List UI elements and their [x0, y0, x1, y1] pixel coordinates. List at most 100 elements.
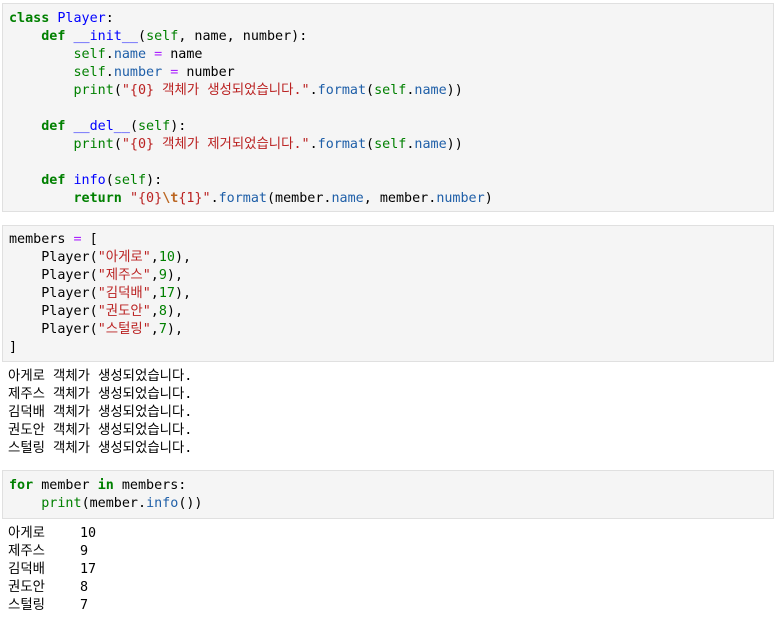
code-token: :: [105, 11, 114, 26]
code-token: (: [366, 83, 375, 98]
code-token: name: [331, 191, 364, 206]
code-token: number: [113, 65, 163, 80]
code-token: 8: [158, 304, 167, 319]
code-token: ):: [146, 173, 163, 188]
code-token: )): [446, 83, 463, 98]
code-token: .: [210, 191, 219, 206]
output-line: 권도안 8: [8, 579, 208, 597]
code-token: Player(: [9, 286, 98, 301]
code-token: for: [9, 478, 34, 493]
code-token: (member.: [267, 191, 332, 206]
code-token: format: [317, 137, 367, 152]
output-line: 권도안 객체가 생성되었습니다.: [8, 423, 193, 438]
output-area-members: 아게로 객체가 생성되었습니다. 제주스 객체가 생성되었습니다. 김덕배 객체가 …: [2, 363, 774, 463]
output-line: 스털링 객체가 생성되었습니다.: [8, 441, 193, 456]
code-token: format: [317, 83, 367, 98]
code-token: 9: [158, 268, 167, 283]
code-token: (: [113, 83, 122, 98]
code-token: ),: [174, 250, 192, 265]
code-token: ),: [166, 304, 184, 319]
code-token: format: [218, 191, 267, 206]
code-cell-class-definition[interactable]: class Player: def __init__(self, name, n…: [2, 3, 774, 212]
code-token: ,: [150, 286, 159, 301]
code-line: print("{0} 객체가 제거되었습니다.".format(self.nam…: [9, 136, 463, 154]
code-token: {1}": [178, 191, 211, 206]
code-token: ()): [178, 496, 203, 511]
code-token: ): [484, 191, 493, 206]
code-token: ),: [174, 286, 192, 301]
code-token: ),: [166, 322, 184, 337]
output-line: 김덕배 17: [8, 561, 208, 579]
code-line: return "{0}\t{1}".format(member.name, me…: [9, 190, 493, 208]
code-token: member: [33, 478, 98, 493]
player-name: 스털링: [8, 598, 45, 613]
code-token: def: [41, 29, 66, 44]
code-token: ,: [150, 250, 159, 265]
player-number: 17: [80, 562, 97, 577]
code-token: Player(: [9, 322, 98, 337]
code-token: (: [366, 137, 375, 152]
code-token: (: [113, 137, 122, 152]
code-line: class Player:: [9, 10, 114, 28]
code-token: print: [73, 83, 114, 98]
code-token: ,: [150, 304, 159, 319]
code-line: Player("스털링",7),: [9, 321, 183, 339]
code-token: info: [146, 496, 179, 511]
code-token: \t: [162, 191, 179, 206]
code-token: members:: [113, 478, 187, 493]
code-token: class: [9, 11, 50, 26]
code-token: (: [129, 119, 138, 134]
code-line: def info(self):: [9, 172, 162, 190]
code-token: number: [178, 65, 235, 80]
code-token: "{0} 객체가 생성되었습니다.": [121, 83, 310, 98]
code-cell-members-list[interactable]: members = [ Player("아게로",10), Player("제주…: [2, 225, 774, 362]
code-token: Player(: [9, 304, 98, 319]
code-token: def: [41, 119, 66, 134]
code-token: )): [446, 137, 463, 152]
code-token: .: [309, 83, 318, 98]
player-name: 김덕배: [8, 562, 45, 577]
code-token: ": [129, 191, 138, 206]
code-token: 17: [158, 286, 175, 301]
code-token: (: [105, 173, 114, 188]
code-cell-print-loop[interactable]: for member in members: print(member.info…: [2, 470, 774, 519]
code-token: name: [162, 47, 203, 62]
code-line: def __init__(self, name, number):: [9, 28, 307, 46]
code-token: self: [374, 83, 407, 98]
player-number: 7: [80, 598, 89, 613]
code-line: print(member.info()): [9, 495, 203, 513]
code-token: return: [73, 191, 122, 206]
code-token: self: [374, 137, 407, 152]
code-token: self: [113, 173, 147, 188]
code-line: self.number = number: [9, 64, 235, 82]
code-token: "아게로": [97, 250, 151, 265]
code-token: members: [9, 232, 74, 247]
output-line: 스털링 7: [8, 597, 208, 615]
code-token: ),: [166, 268, 184, 283]
code-token: 10: [158, 250, 175, 265]
player-number: 10: [80, 526, 97, 541]
code-token: ]: [9, 340, 18, 355]
code-token: .: [105, 65, 114, 80]
code-token: "제주스": [97, 268, 151, 283]
code-line: Player("권도안",8),: [9, 303, 183, 321]
code-line: def __del__(self):: [9, 118, 186, 136]
code-token: in: [97, 478, 114, 493]
code-token: , name, number):: [178, 29, 308, 44]
code-token: "권도안": [97, 304, 151, 319]
code-token: (: [138, 29, 147, 44]
code-token: .: [105, 47, 114, 62]
code-line: ]: [9, 339, 17, 357]
code-line: self.name = name: [9, 46, 203, 64]
